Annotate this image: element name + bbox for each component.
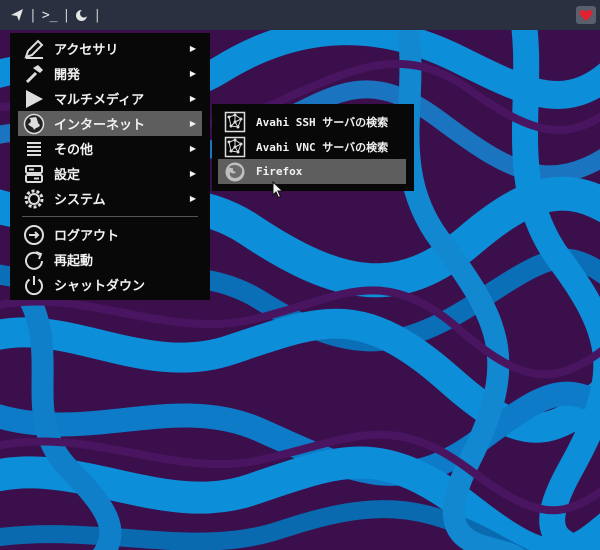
application-menu: アクセサリ ▶ 開発 ▶ マルチメディア ▶ インターネット ▶ その他 ▶ 設 xyxy=(10,33,210,300)
menu-item-restart[interactable]: 再起動 xyxy=(10,247,210,272)
gear-icon xyxy=(22,187,46,211)
top-panel: | >_ | | xyxy=(0,0,600,30)
menu-item-internet[interactable]: インターネット ▶ xyxy=(18,111,202,136)
moon-icon xyxy=(76,9,89,21)
submenu-arrow-icon: ▶ xyxy=(189,44,196,53)
submenu-arrow-icon: ▶ xyxy=(189,144,196,153)
panel-separator: | xyxy=(93,7,102,23)
menu-item-development[interactable]: 開発 ▶ xyxy=(10,61,210,86)
submenu-arrow-icon: ▶ xyxy=(189,169,196,178)
submenu-item-avahi-vnc[interactable]: Avahi VNC サーバの検索 xyxy=(212,134,414,159)
power-icon xyxy=(22,273,46,297)
night-mode-button[interactable] xyxy=(73,0,90,30)
menu-item-settings[interactable]: 設定 ▶ xyxy=(10,161,210,186)
logout-icon xyxy=(22,223,46,247)
menu-item-accessories[interactable]: アクセサリ ▶ xyxy=(10,36,210,61)
panel-separator: | xyxy=(29,7,37,23)
app-menu-button[interactable] xyxy=(8,0,26,30)
submenu-item-label: Firefox xyxy=(256,165,303,178)
hammer-icon xyxy=(22,62,46,86)
menu-item-shutdown[interactable]: シャットダウン xyxy=(10,272,210,297)
restart-icon xyxy=(22,248,46,272)
menu-divider xyxy=(22,216,198,217)
internet-submenu: Avahi SSH サーバの検索 Avahi VNC サーバの検索 Firefo… xyxy=(212,104,414,191)
menu-item-label: システム xyxy=(54,193,106,208)
firefox-icon xyxy=(224,161,246,183)
lines-icon xyxy=(22,137,46,161)
submenu-item-firefox[interactable]: Firefox xyxy=(218,159,406,184)
submenu-item-label: Avahi SSH サーバの検索 xyxy=(256,115,389,129)
menu-item-label: マルチメディア xyxy=(54,93,145,108)
terminal-launcher[interactable]: >_ xyxy=(40,0,60,30)
network-icon xyxy=(224,111,246,133)
tray-heart-button[interactable] xyxy=(576,6,596,24)
settings-icon xyxy=(22,162,46,186)
menu-item-label: インターネット xyxy=(54,118,146,133)
menu-item-multimedia[interactable]: マルチメディア ▶ xyxy=(10,86,210,111)
menu-item-label: シャットダウン xyxy=(54,279,146,294)
pencil-ruler-icon xyxy=(22,37,46,61)
mouse-pointer-icon xyxy=(272,181,284,199)
play-icon xyxy=(22,87,46,111)
menu-item-label: ログアウト xyxy=(54,229,120,244)
paper-plane-icon xyxy=(11,9,23,21)
submenu-arrow-icon: ▶ xyxy=(189,94,196,103)
menu-item-system[interactable]: システム ▶ xyxy=(10,186,210,211)
submenu-arrow-icon: ▶ xyxy=(189,69,196,78)
menu-item-label: 設定 xyxy=(54,168,81,183)
globe-icon xyxy=(22,112,46,136)
menu-item-label: その他 xyxy=(54,143,94,158)
menu-item-label: 開発 xyxy=(54,68,81,83)
menu-item-other[interactable]: その他 ▶ xyxy=(10,136,210,161)
menu-item-label: アクセサリ xyxy=(54,43,119,58)
submenu-item-avahi-ssh[interactable]: Avahi SSH サーバの検索 xyxy=(212,109,414,134)
submenu-arrow-icon: ▶ xyxy=(189,194,196,203)
menu-item-logout[interactable]: ログアウト xyxy=(10,222,210,247)
panel-separator: | xyxy=(62,7,71,23)
heart-icon xyxy=(579,9,593,21)
submenu-arrow-icon: ▶ xyxy=(189,119,196,128)
network-icon xyxy=(224,136,246,158)
menu-item-label: 再起動 xyxy=(54,254,94,269)
submenu-item-label: Avahi VNC サーバの検索 xyxy=(256,140,389,154)
